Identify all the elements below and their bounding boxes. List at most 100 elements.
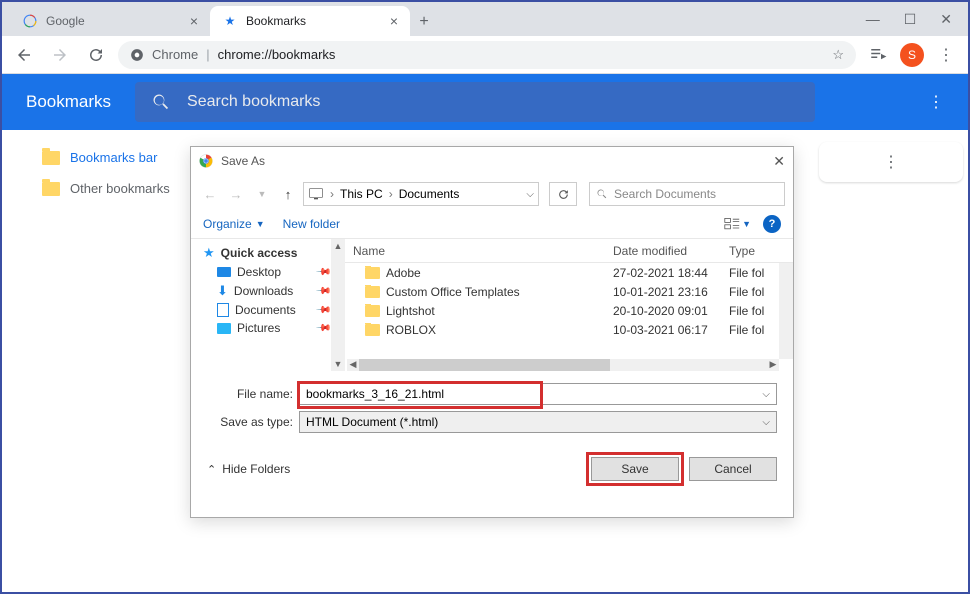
savetype-select[interactable]: HTML Document (*.html) ⌵ (299, 411, 777, 433)
file-hscrollbar[interactable]: ◀ ▶ (347, 359, 779, 371)
breadcrumb-bar[interactable]: › This PC › Documents ⌵ (303, 182, 539, 206)
file-row[interactable]: ROBLOX 10-03-2021 06:17 File fol (345, 320, 793, 339)
chrome-icon (130, 48, 144, 62)
chevron-down-icon[interactable]: ⌵ (762, 389, 770, 400)
file-row[interactable]: Custom Office Templates 10-01-2021 23:16… (345, 282, 793, 301)
sidebar-item-label: Other bookmarks (70, 181, 170, 196)
file-list-header: Name Date modified Type (345, 239, 793, 263)
tree-label: Quick access (221, 246, 298, 260)
column-date[interactable]: Date modified (605, 244, 721, 258)
close-icon[interactable]: × (190, 13, 198, 29)
new-folder-button[interactable]: New folder (283, 217, 340, 231)
file-name: Custom Office Templates (386, 285, 520, 299)
filename-input[interactable]: bookmarks_3_16_21.html ⌵ (299, 383, 777, 405)
scroll-thumb[interactable] (359, 359, 610, 371)
help-button[interactable]: ? (763, 215, 781, 233)
dialog-toolbar: Organize ▼ New folder ▼ ? (191, 209, 793, 239)
document-icon (217, 303, 229, 317)
search-bookmarks-input[interactable]: Search bookmarks (135, 82, 815, 122)
close-icon[interactable]: × (390, 13, 398, 29)
kebab-menu-icon[interactable]: ⋮ (883, 152, 899, 172)
tree-item-quick-access[interactable]: ★ Quick access (203, 243, 345, 263)
download-icon: ⬇ (217, 283, 228, 299)
breadcrumb-segment[interactable]: This PC (340, 187, 383, 201)
tree-item-documents[interactable]: Documents 📌 (203, 301, 345, 319)
column-name[interactable]: Name (345, 244, 605, 258)
view-mode-button[interactable]: ▼ (724, 217, 751, 231)
scroll-down-icon[interactable]: ▼ (334, 359, 343, 369)
scroll-right-icon[interactable]: ▶ (767, 359, 779, 371)
organize-menu[interactable]: Organize ▼ (203, 217, 265, 231)
breadcrumb-segment[interactable]: Documents (399, 187, 460, 201)
dialog-nav: ← → ▼ ↑ › This PC › Documents ⌵ Search D… (191, 179, 793, 209)
nav-forward-button[interactable]: → (225, 183, 247, 205)
dialog-footer: ⌃ Hide Folders Save Cancel (191, 439, 793, 493)
sidebar-item-bookmarks-bar[interactable]: Bookmarks bar (42, 142, 192, 173)
nav-recent-dropdown[interactable]: ▼ (251, 183, 273, 205)
cancel-label: Cancel (714, 462, 751, 476)
chevron-down-icon[interactable]: ⌵ (762, 417, 770, 428)
refresh-button[interactable] (549, 182, 577, 206)
filename-row: File name: bookmarks_3_16_21.html ⌵ (207, 383, 777, 405)
maximize-icon[interactable]: ☐ (904, 11, 917, 28)
dialog-fields: File name: bookmarks_3_16_21.html ⌵ Save… (191, 371, 793, 433)
folder-icon (42, 182, 60, 196)
omnibox-prefix: Chrome (152, 47, 198, 62)
bookmark-star-icon[interactable]: ☆ (832, 47, 844, 63)
star-icon: ★ (203, 245, 215, 261)
scroll-left-icon[interactable]: ◀ (347, 359, 359, 371)
chevron-right-icon[interactable]: › (326, 187, 338, 201)
dialog-search-input[interactable]: Search Documents (589, 182, 785, 206)
file-vscrollbar[interactable] (779, 263, 793, 359)
media-icon[interactable] (864, 41, 892, 69)
tree-item-downloads[interactable]: ⬇ Downloads 📌 (203, 281, 345, 301)
bookmarks-sidebar: Bookmarks bar Other bookmarks (42, 142, 192, 204)
chevron-right-icon[interactable]: › (385, 187, 397, 201)
nav-up-button[interactable]: ↑ (277, 183, 299, 205)
tree-label: Pictures (237, 321, 280, 335)
file-list: Name Date modified Type Adobe 27-02-2021… (345, 239, 793, 371)
folder-icon (365, 267, 380, 279)
tree-item-desktop[interactable]: Desktop 📌 (203, 263, 345, 281)
filename-value: bookmarks_3_16_21.html (306, 387, 444, 401)
close-icon[interactable]: ✕ (773, 153, 785, 170)
savetype-row: Save as type: HTML Document (*.html) ⌵ (207, 411, 777, 433)
file-row[interactable]: Adobe 27-02-2021 18:44 File fol (345, 263, 793, 282)
save-button[interactable]: Save (591, 457, 679, 481)
omnibox[interactable]: Chrome | chrome://bookmarks ☆ (118, 41, 856, 69)
bookmark-item-menu[interactable]: ⋮ (819, 142, 963, 182)
tree-scrollbar[interactable]: ▲ ▼ (331, 239, 345, 371)
new-tab-button[interactable]: + (410, 8, 438, 36)
folder-icon (365, 305, 380, 317)
pin-icon: 📌 (314, 264, 331, 281)
tab-google[interactable]: Google × (10, 6, 210, 36)
search-icon (596, 188, 608, 200)
cancel-button[interactable]: Cancel (689, 457, 777, 481)
hide-folders-button[interactable]: ⌃ Hide Folders (207, 462, 290, 476)
file-row[interactable]: Lightshot 20-10-2020 09:01 File fol (345, 301, 793, 320)
reload-button[interactable] (82, 41, 110, 69)
minimize-icon[interactable]: — (866, 11, 880, 28)
chevron-down-icon[interactable]: ⌵ (526, 189, 534, 200)
folder-icon (42, 151, 60, 165)
scroll-up-icon[interactable]: ▲ (334, 241, 343, 251)
file-name: Adobe (386, 266, 421, 280)
close-window-icon[interactable]: ✕ (940, 11, 952, 28)
save-label: Save (621, 462, 648, 476)
search-placeholder: Search bookmarks (187, 93, 320, 111)
column-type[interactable]: Type (721, 244, 793, 258)
window-controls: — ☐ ✕ (866, 11, 968, 28)
tree-item-pictures[interactable]: Pictures 📌 (203, 319, 345, 337)
sidebar-item-label: Bookmarks bar (70, 150, 157, 165)
tab-bookmarks[interactable]: ★ Bookmarks × (210, 6, 410, 36)
back-button[interactable] (10, 41, 38, 69)
bookmarks-menu-icon[interactable]: ⋮ (928, 92, 944, 112)
profile-avatar[interactable]: S (900, 43, 924, 67)
google-favicon (22, 13, 38, 29)
bookmarks-header: Bookmarks Search bookmarks ⋮ (2, 74, 968, 130)
tree-label: Desktop (237, 265, 281, 279)
forward-button[interactable] (46, 41, 74, 69)
kebab-menu-icon[interactable]: ⋮ (932, 41, 960, 69)
nav-back-button[interactable]: ← (199, 183, 221, 205)
sidebar-item-other-bookmarks[interactable]: Other bookmarks (42, 173, 192, 204)
